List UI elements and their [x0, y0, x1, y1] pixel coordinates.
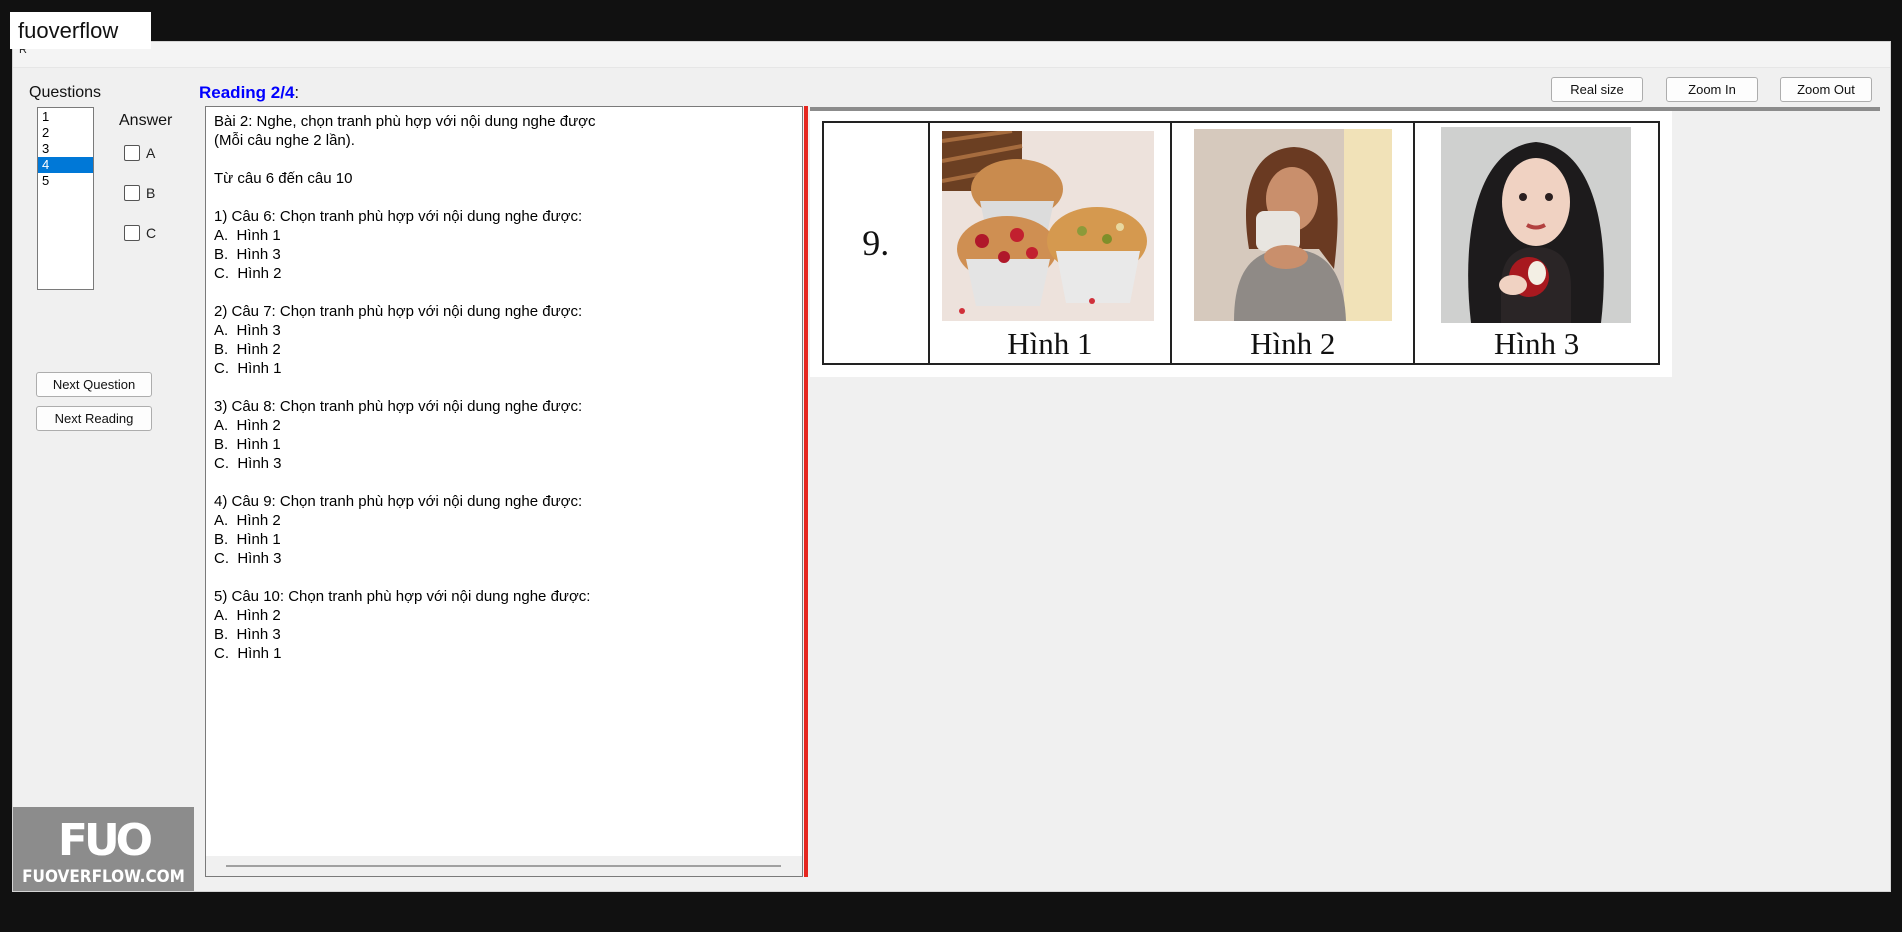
- woman-eating-apple-image: [1441, 127, 1632, 323]
- reading-text-panel[interactable]: Bài 2: Nghe, chọn tranh phù hợp với nội …: [205, 106, 803, 877]
- question-item-1[interactable]: 1: [38, 109, 93, 125]
- reading-title: Reading 2/4:: [199, 83, 299, 103]
- answer-c-checkbox[interactable]: [124, 225, 140, 241]
- answer-c-label: C: [146, 225, 157, 241]
- answer-b-checkbox[interactable]: [124, 185, 140, 201]
- reading-title-text: Reading 2/4: [199, 83, 295, 102]
- scrollbar-thumb[interactable]: [226, 865, 781, 867]
- questions-label: Questions: [29, 84, 102, 101]
- answer-label: Answer: [119, 112, 173, 129]
- reading-title-colon: :: [294, 83, 300, 102]
- question-item-2[interactable]: 2: [38, 125, 93, 141]
- question-item-4[interactable]: 4: [38, 157, 93, 173]
- picture-1-cell: Hình 1: [930, 123, 1173, 363]
- next-reading-button[interactable]: Next Reading: [36, 406, 152, 431]
- zoom-out-button[interactable]: Zoom Out: [1780, 77, 1872, 102]
- answer-a-checkbox[interactable]: [124, 145, 140, 161]
- question-image: 9. Hình 1 Hình 2 Hình 3: [810, 111, 1672, 377]
- next-question-button[interactable]: Next Question: [36, 372, 152, 397]
- panel-splitter[interactable]: [804, 106, 808, 877]
- question-number: 9.: [824, 123, 930, 363]
- logo-text: FUOVERFLOW.COM: [22, 867, 185, 887]
- watermark-tag: fuoverflow: [10, 12, 151, 49]
- picture-3-cell: Hình 3: [1415, 123, 1658, 363]
- question-item-5[interactable]: 5: [38, 173, 93, 189]
- picture-3-caption: Hình 3: [1493, 326, 1580, 361]
- logo-mark: FUO: [57, 815, 153, 866]
- window-title-bar: R: [13, 42, 1890, 68]
- answer-b-label: B: [146, 185, 156, 201]
- fuoverflow-logo: FUO FUOVERFLOW.COM: [13, 807, 194, 891]
- muffins-image: [941, 131, 1154, 321]
- zoom-in-button[interactable]: Zoom In: [1666, 77, 1758, 102]
- picture-2-cell: Hình 2: [1172, 123, 1416, 363]
- image-viewer[interactable]: 9. Hình 1 Hình 2 Hình 3: [810, 107, 1880, 879]
- picture-2-caption: Hình 2: [1250, 326, 1336, 361]
- reading-text: Bài 2: Nghe, chọn tranh phù hợp với nội …: [214, 113, 596, 662]
- answer-a-label: A: [146, 145, 156, 161]
- questions-listbox[interactable]: 1 2 3 4 5: [37, 107, 94, 290]
- picture-table: 9. Hình 1 Hình 2 Hình 3: [822, 121, 1660, 365]
- answer-option-c[interactable]: C: [124, 225, 156, 241]
- picture-1-caption: Hình 1: [1007, 326, 1093, 361]
- real-size-button[interactable]: Real size: [1551, 77, 1643, 102]
- answer-option-a[interactable]: A: [124, 145, 155, 161]
- answer-option-b[interactable]: B: [124, 185, 155, 201]
- horizontal-scrollbar[interactable]: [206, 856, 802, 876]
- app-window: R Questions 1 2 3 4 5 Answer A B C Next …: [12, 41, 1891, 892]
- question-item-3[interactable]: 3: [38, 141, 93, 157]
- woman-drinking-image: [1194, 129, 1393, 321]
